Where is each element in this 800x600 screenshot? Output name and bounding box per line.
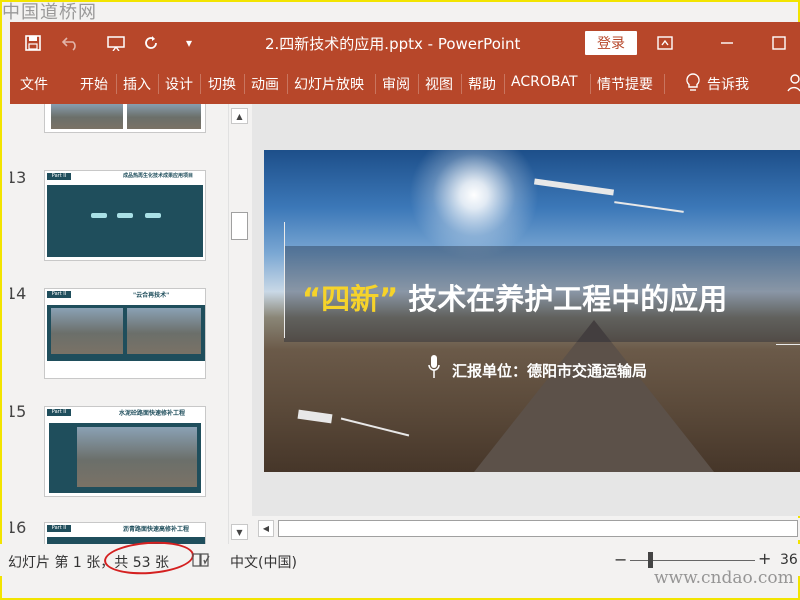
decorative-line [776, 344, 800, 345]
tab-separator [418, 74, 419, 94]
customize-qat-icon[interactable]: ▾ [178, 32, 200, 54]
decorative-strip [297, 409, 333, 424]
tab-separator [287, 74, 288, 94]
tab-separator [461, 74, 462, 94]
slide-number: 13 [10, 168, 27, 187]
undo-icon[interactable] [60, 32, 82, 54]
scroll-thumb[interactable] [231, 212, 248, 240]
tab-animations[interactable]: 动画 [251, 74, 279, 94]
slide-editor[interactable]: “四新” 技术在养护工程中的应用 汇报单位：德阳市交通运输局 [252, 104, 800, 516]
thumb-title: 水泥砼路面快速修补工程 [119, 410, 186, 417]
zoom-slider-handle[interactable] [648, 552, 653, 568]
tab-acrobat[interactable]: ACROBAT [511, 74, 578, 90]
tab-slideshow[interactable]: 幻灯片放映 [294, 74, 364, 94]
thumb-title: "云合再技术" [133, 292, 170, 299]
thumb-panel [47, 185, 203, 257]
slide-thumbnail-pane[interactable]: 13 Part II 成品热再生化技术成果应用项目 14 Part II "云合… [10, 104, 228, 544]
thumb-photo [127, 308, 201, 354]
thumb-part-label: Part II [47, 525, 71, 532]
current-slide[interactable]: “四新” 技术在养护工程中的应用 汇报单位：德阳市交通运输局 [264, 150, 800, 472]
window-title: 2.四新技术的应用.pptx - PowerPoint [265, 35, 521, 53]
thumb-pill [145, 213, 161, 218]
slide-thumbnail-14[interactable]: Part II "云合再技术" [44, 288, 206, 379]
language-status[interactable]: 中文(中国) [230, 552, 297, 572]
tab-separator [664, 74, 665, 94]
decorative-strip [533, 178, 615, 196]
ribbon-tabs: 文件 开始 插入 设计 切换 动画 幻灯片放映 审阅 视图 帮助 ACROBAT… [10, 64, 800, 104]
tab-separator [116, 74, 117, 94]
tab-review[interactable]: 审阅 [382, 74, 410, 94]
slide-number: 16 [10, 518, 27, 537]
thumb-pill [91, 213, 107, 218]
watermark-bottom: www.cndao.com [654, 568, 794, 588]
present-icon[interactable] [105, 32, 127, 54]
scroll-down-icon[interactable]: ▼ [231, 524, 248, 540]
tab-separator [504, 74, 505, 94]
zoom-out-icon[interactable]: − [614, 550, 627, 569]
decorative-strip [340, 417, 410, 437]
title-quote-close: ” [379, 282, 399, 316]
login-button[interactable]: 登录 [585, 31, 637, 55]
tab-insert[interactable]: 插入 [123, 74, 151, 94]
account-icon[interactable] [786, 74, 800, 96]
thumb-photo [51, 308, 123, 354]
horizontal-scrollbar[interactable]: ◀ [256, 518, 800, 540]
slide-number: 15 [10, 402, 27, 421]
thumb-photo [127, 104, 201, 129]
thumb-part-label: Part II [47, 409, 71, 416]
redo-icon[interactable] [140, 32, 162, 54]
spellcheck-icon[interactable] [192, 552, 210, 568]
slide-title[interactable]: “四新” 技术在养护工程中的应用 [302, 276, 727, 318]
red-annotation-oval [102, 538, 196, 578]
decorative-strip [614, 201, 684, 213]
tab-separator [244, 74, 245, 94]
scroll-left-icon[interactable]: ◀ [258, 520, 274, 537]
thumb-photo [77, 427, 197, 487]
tab-separator [158, 74, 159, 94]
tab-file[interactable]: 文件 [20, 74, 48, 94]
slide-road [474, 320, 714, 472]
slide-thumbnail-12[interactable] [44, 104, 206, 133]
minimize-icon[interactable] [716, 32, 738, 54]
title-quote-open: “ [302, 282, 322, 316]
thumb-pill [117, 213, 133, 218]
title-rest: 技术在养护工程中的应用 [398, 282, 728, 316]
ribbon-display-icon[interactable] [654, 32, 676, 54]
thumb-photo [51, 104, 123, 129]
lightbulb-icon [686, 73, 700, 91]
tab-design[interactable]: 设计 [165, 74, 193, 94]
slide-number: 14 [10, 284, 27, 303]
maximize-icon[interactable] [768, 32, 790, 54]
tab-separator [590, 74, 591, 94]
tab-view[interactable]: 视图 [425, 74, 453, 94]
reporter-line[interactable]: 汇报单位：德阳市交通运输局 [452, 360, 647, 381]
thumb-title: 成品热再生化技术成果应用项目 [123, 173, 194, 179]
slide-sun [409, 150, 539, 260]
slide-thumbnail-13[interactable]: Part II 成品热再生化技术成果应用项目 [44, 170, 206, 261]
microphone-icon [428, 355, 440, 378]
slide-thumbnail-15[interactable]: Part II 水泥砼路面快速修补工程 [44, 406, 206, 497]
tab-storyboarding[interactable]: 情节提要 [597, 74, 653, 94]
title-highlight: 四新 [321, 282, 380, 316]
zoom-in-icon[interactable]: + [758, 549, 771, 568]
zoom-level[interactable]: 36 [780, 552, 798, 568]
tab-home[interactable]: 开始 [80, 74, 108, 94]
decorative-line [284, 222, 285, 338]
title-bar: ▾ 2.四新技术的应用.pptx - PowerPoint 登录 [10, 22, 800, 64]
slide-thumbnail-16[interactable]: Part II 沥青路面快速高修补工程 [44, 522, 206, 544]
save-icon[interactable] [22, 32, 44, 54]
tab-help[interactable]: 帮助 [468, 74, 496, 94]
thumb-panel [47, 537, 205, 544]
tell-me-search[interactable]: 告诉我 [707, 74, 749, 94]
thumb-part-label: Part II [47, 291, 71, 298]
tab-separator [200, 74, 201, 94]
tab-separator [375, 74, 376, 94]
scroll-track[interactable] [278, 520, 798, 537]
watermark-top: 中国道桥网 [2, 2, 97, 23]
thumbnail-scrollbar[interactable]: ▲ ▼ [228, 104, 251, 544]
thumb-part-label: Part II [47, 173, 71, 180]
scroll-up-icon[interactable]: ▲ [231, 108, 248, 124]
tab-transitions[interactable]: 切换 [208, 74, 236, 94]
thumb-title: 沥青路面快速高修补工程 [123, 526, 190, 533]
